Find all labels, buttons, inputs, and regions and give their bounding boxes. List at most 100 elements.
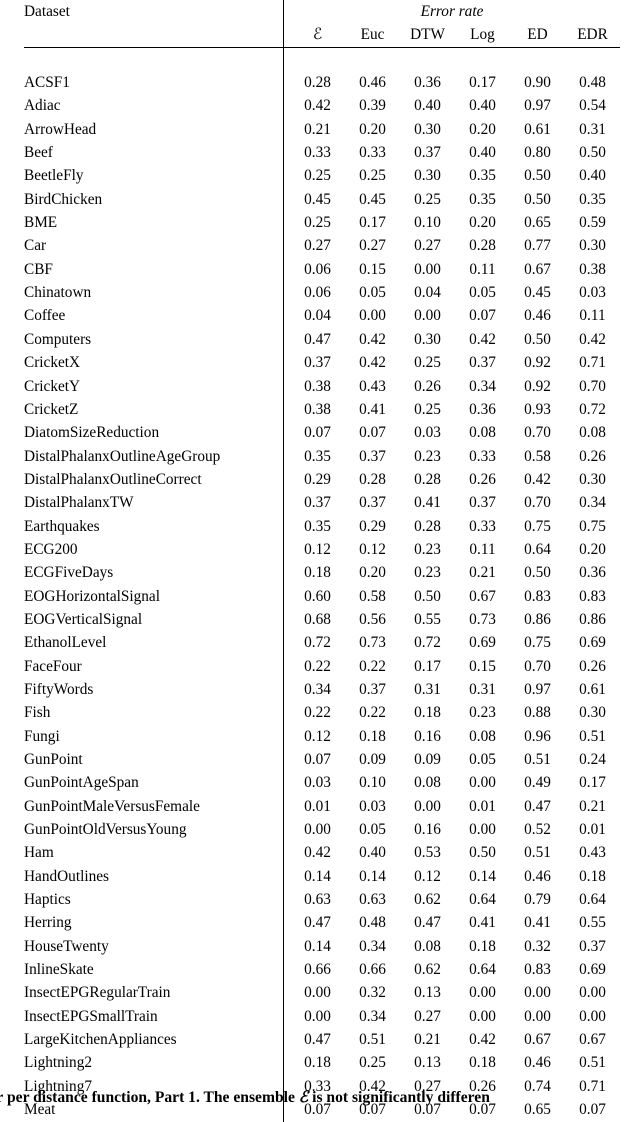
dataset-name-cell: EthanolLevel [24, 634, 107, 652]
table-row: BME 0.25 0.17 0.10 0.20 0.65 0.59 [24, 211, 620, 235]
value-cell: 0.70 [579, 377, 606, 395]
table-row: Earthquakes 0.35 0.29 0.28 0.33 0.75 0.75 [24, 514, 620, 538]
gap-cell-c3 [400, 48, 455, 71]
value-cell: 0.58 [524, 447, 551, 465]
value-cell: 0.69 [579, 961, 606, 979]
value-cell: 0.34 [283, 677, 345, 702]
value-cell: 0.86 [524, 610, 551, 628]
value-cell: 0.00 [524, 1007, 551, 1025]
dataset-name-cell: EOGHorizontalSignal [24, 587, 160, 605]
dataset-name-cell: Haptics [24, 891, 71, 909]
value-cell: 0.30 [414, 167, 441, 185]
dataset-name-cell: InsectEPGRegularTrain [24, 984, 171, 1002]
value-cell: 0.08 [414, 774, 441, 792]
dataset-name-cell: FaceFour [24, 657, 82, 675]
value-cell: 0.31 [469, 680, 496, 698]
value-cell: 0.37 [414, 144, 441, 162]
table-row: Herring 0.47 0.48 0.47 0.41 0.41 0.55 [24, 911, 620, 935]
value-cell: 0.33 [469, 447, 496, 465]
value-cell: 0.28 [283, 71, 345, 95]
value-cell: 0.03 [283, 771, 345, 795]
value-cell: 0.18 [283, 1051, 345, 1075]
value-cell: 0.18 [579, 867, 606, 885]
value-cell: 0.07 [359, 424, 386, 442]
value-cell: 0.41 [414, 494, 441, 512]
value-cell: 0.00 [524, 984, 551, 1002]
value-cell: 0.37 [283, 491, 345, 515]
table-row: InlineSkate 0.66 0.66 0.62 0.64 0.83 0.69 [24, 958, 620, 982]
value-cell: 0.64 [469, 961, 496, 979]
table-row: EOGHorizontalSignal 0.60 0.58 0.50 0.67 0.83 0… [24, 584, 620, 608]
dataset-name-cell: BeetleFly [24, 167, 84, 185]
table-row: GunPoint 0.07 0.09 0.09 0.05 0.51 0.24 [24, 748, 620, 772]
value-cell: 0.29 [359, 517, 386, 535]
value-cell: 0.51 [524, 751, 551, 768]
value-cell: 0.42 [359, 330, 386, 348]
table-row: FiftyWords 0.34 0.37 0.31 0.31 0.97 0.61 [24, 677, 620, 702]
value-cell: 0.14 [283, 934, 345, 959]
value-cell: 0.42 [283, 841, 345, 865]
value-cell: 0.14 [469, 867, 496, 885]
value-cell: 0.10 [414, 214, 441, 232]
value-cell: 0.00 [469, 984, 496, 1002]
value-cell: 0.61 [579, 680, 606, 698]
value-cell: 0.40 [469, 144, 496, 162]
value-cell: 0.00 [359, 307, 386, 325]
dataset-name-cell: LargeKitchenAppliances [24, 1031, 177, 1049]
value-cell: 0.31 [579, 120, 606, 138]
dataset-name-cell: DistalPhalanxOutlineAgeGroup [24, 447, 221, 465]
dataset-name-cell: CricketY [24, 377, 81, 395]
value-cell: 0.75 [524, 517, 551, 535]
caption-text-after: is not significantly differen [308, 1089, 490, 1106]
value-cell: 0.46 [524, 307, 551, 325]
value-cell: 0.27 [414, 237, 441, 255]
dataset-name-cell: ECG200 [24, 540, 78, 558]
table-row: Computers 0.47 0.42 0.30 0.42 0.50 0.42 [24, 327, 620, 352]
value-cell: 0.17 [414, 657, 441, 675]
value-cell: 0.42 [579, 330, 606, 348]
table-row: HouseTwenty 0.14 0.34 0.08 0.18 0.32 0.37 [24, 934, 620, 959]
dataset-name-cell: Chinatown [24, 284, 92, 302]
value-cell: 0.21 [469, 564, 496, 582]
value-cell: 0.12 [283, 537, 345, 562]
table-row: DistalPhalanxOutlineCorrect 0.29 0.28 0.28 0… [24, 467, 620, 492]
header-col-edr: EDR [577, 26, 608, 44]
table-row: Ham 0.42 0.40 0.53 0.50 0.51 0.43 [24, 841, 620, 865]
value-cell: 0.62 [414, 891, 441, 909]
value-cell: 0.50 [414, 587, 441, 605]
value-cell: 0.12 [359, 540, 386, 558]
value-cell: 0.42 [283, 94, 345, 118]
value-cell: 0.72 [414, 634, 441, 652]
value-cell: 0.86 [579, 610, 606, 628]
value-cell: 0.00 [469, 1007, 496, 1025]
value-cell: 0.23 [414, 540, 441, 558]
dataset-name-cell: Car [24, 237, 47, 255]
value-cell: 0.30 [414, 330, 441, 348]
value-cell: 0.71 [579, 354, 606, 372]
value-cell: 0.35 [469, 167, 496, 185]
table-row: Haptics 0.63 0.63 0.62 0.64 0.79 0.64 [24, 888, 620, 912]
value-cell: 0.13 [414, 984, 441, 1002]
value-cell: 0.04 [283, 304, 345, 328]
value-cell: 0.23 [414, 564, 441, 582]
value-cell: 0.38 [283, 374, 345, 398]
table-row: CBF 0.06 0.15 0.00 0.11 0.67 0.38 [24, 257, 620, 282]
dataset-name-cell: DistalPhalanxOutlineCorrect [24, 470, 202, 488]
value-cell: 0.17 [469, 74, 496, 92]
value-cell: 0.40 [579, 167, 606, 185]
value-cell: 0.77 [524, 237, 551, 255]
dataset-name-cell: GunPoint [24, 751, 83, 768]
header-dataset-spacer [24, 23, 284, 47]
value-cell: 0.56 [359, 610, 386, 628]
gap-cell-c5 [510, 48, 565, 71]
value-cell: 0.55 [414, 610, 441, 628]
value-cell: 0.22 [283, 701, 345, 725]
value-cell: 0.26 [469, 470, 496, 488]
value-cell: 0.13 [414, 1054, 441, 1072]
gap-cell-c1 [283, 47, 345, 72]
value-cell: 0.43 [359, 377, 386, 395]
value-cell: 0.18 [359, 727, 386, 745]
value-cell: 0.83 [524, 961, 551, 979]
value-cell: 0.73 [359, 634, 386, 652]
value-cell: 0.97 [524, 680, 551, 698]
